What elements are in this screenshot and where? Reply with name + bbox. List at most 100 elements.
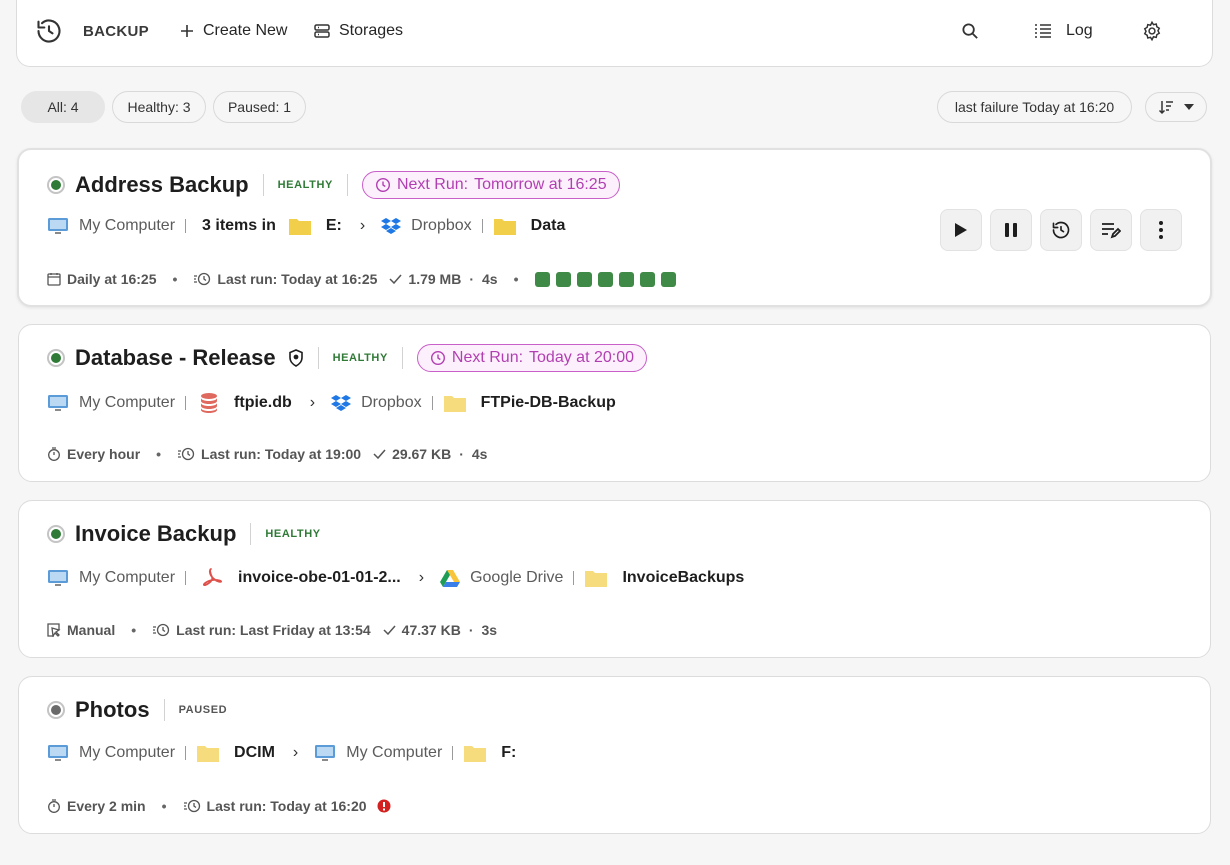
job-card-invoice-backup[interactable]: Invoice Backup HEALTHY My Computer invoi… [18, 500, 1211, 658]
dropbox-icon [381, 217, 402, 235]
status-badge: HEALTHY [265, 528, 321, 540]
calendar-icon [47, 272, 61, 286]
history-icon [152, 623, 170, 637]
computer-icon [47, 744, 69, 762]
job-location-row: My Computer invoice-obe-01-01-2... › Goo… [47, 566, 744, 590]
restore-button[interactable] [1040, 209, 1082, 251]
run-history-success [618, 271, 634, 287]
source-device: My Computer [79, 569, 176, 586]
next-run-value: Tomorrow at 16:25 [474, 176, 607, 193]
dest-storage: My Computer [346, 744, 443, 761]
log-button[interactable]: Log [1034, 0, 1093, 62]
job-title: Address Backup [75, 172, 249, 197]
chevron-right-icon: › [309, 394, 316, 411]
brand[interactable]: BACKUP [35, 0, 149, 62]
folder-icon [493, 216, 517, 236]
dest-storage: Dropbox [361, 394, 422, 411]
status-badge: HEALTHY [277, 179, 333, 191]
source-device: My Computer [79, 217, 176, 234]
more-vertical-icon [1159, 221, 1163, 239]
backup-size: 47.37 KB [401, 622, 461, 638]
storages-button[interactable]: Storages [313, 0, 403, 62]
status-dot [47, 701, 65, 719]
last-failure-chip[interactable]: last failure Today at 16:20 [937, 91, 1132, 123]
sort-button[interactable] [1145, 92, 1207, 122]
job-meta-row: Daily at 16:25 • Last run: Today at 16:2… [47, 268, 682, 290]
storage-icon [313, 22, 331, 40]
last-run: Last run: Today at 16:20 [206, 798, 367, 814]
source-device: My Computer [79, 394, 176, 411]
history-icon [1051, 220, 1071, 240]
status-badge: HEALTHY [332, 352, 388, 364]
history-icon [183, 799, 201, 813]
run-history-success [555, 271, 571, 287]
job-title-row: Invoice Backup HEALTHY [47, 519, 321, 549]
job-card-database-release[interactable]: Database - Release HEALTHY Next Run: Tod… [18, 324, 1211, 482]
edit-button[interactable] [1090, 209, 1132, 251]
run-button[interactable] [940, 209, 982, 251]
error-icon[interactable] [377, 799, 391, 813]
last-run: Last run: Today at 19:00 [201, 446, 362, 462]
more-button[interactable] [1140, 209, 1182, 251]
clock-icon [375, 177, 391, 193]
google-drive-icon [440, 569, 461, 587]
create-new-button[interactable]: Create New [179, 0, 287, 62]
edit-list-icon [1101, 221, 1121, 239]
computer-icon [47, 569, 69, 587]
job-card-address-backup[interactable]: Address Backup HEALTHY Next Run: Tomorro… [17, 148, 1212, 307]
schedule: Every 2 min [67, 798, 146, 814]
dest-storage: Google Drive [470, 569, 564, 586]
computer-icon [47, 394, 69, 412]
check-icon [383, 625, 396, 635]
job-title-row: Database - Release HEALTHY Next Run: Tod… [47, 343, 647, 373]
caret-down-icon [1184, 104, 1194, 110]
job-title-row: Address Backup HEALTHY Next Run: Tomorro… [47, 170, 620, 200]
backup-duration: 3s [481, 622, 498, 638]
run-history-success [597, 271, 613, 287]
dest-storage: Dropbox [411, 217, 472, 234]
run-history-success [576, 271, 592, 287]
backup-duration: 4s [482, 271, 498, 287]
status-dot [47, 349, 65, 367]
folder-icon [196, 743, 220, 763]
play-icon [954, 222, 968, 238]
source-path: ftpie.db [234, 394, 292, 411]
filter-paused-chip[interactable]: Paused: 1 [213, 91, 306, 123]
dropbox-icon [331, 394, 352, 412]
search-button[interactable] [961, 0, 980, 62]
job-actions [940, 209, 1182, 251]
brand-label: BACKUP [83, 22, 149, 40]
run-history-success [660, 271, 676, 287]
dest-path: Data [530, 217, 566, 234]
status-dot [47, 525, 65, 543]
backup-size: 29.67 KB [392, 446, 452, 462]
pause-button[interactable] [990, 209, 1032, 251]
run-history-success [639, 271, 655, 287]
job-meta-row: Every 2 min • Last run: Today at 16:20 [47, 795, 397, 817]
create-new-label: Create New [203, 22, 288, 39]
dest-path: FTPie-DB-Backup [480, 394, 616, 411]
job-card-photos[interactable]: Photos PAUSED My Computer DCIM › My Comp… [18, 676, 1211, 834]
history-icon [177, 447, 195, 461]
run-history [534, 271, 682, 287]
status-dot [47, 176, 65, 194]
job-title: Invoice Backup [75, 521, 237, 546]
top-bar: BACKUP Create New Storages Log [16, 0, 1213, 67]
run-history-success [534, 271, 550, 287]
job-location-row: My Computer 3 items in E: › Dropbox Data [47, 214, 565, 238]
search-icon [961, 22, 980, 41]
next-run-label: Next Run: [396, 176, 469, 193]
job-title: Photos [75, 697, 150, 722]
filter-all-chip[interactable]: All: 4 [21, 91, 105, 123]
next-run-pill: Next Run: Tomorrow at 16:25 [361, 171, 620, 199]
clock-icon [430, 350, 446, 366]
gear-icon [1141, 20, 1163, 42]
job-meta-row: Manual • Last run: Last Friday at 13:54 … [47, 619, 497, 641]
settings-button[interactable] [1141, 0, 1163, 62]
job-location-row: My Computer ftpie.db › Dropbox FTPie-DB-… [47, 391, 616, 415]
next-run-label: Next Run: [451, 349, 524, 366]
source-prefix: 3 items in [202, 217, 276, 234]
computer-icon [314, 744, 336, 762]
last-run: Last run: Last Friday at 13:54 [176, 622, 371, 638]
filter-healthy-chip[interactable]: Healthy: 3 [112, 91, 206, 123]
